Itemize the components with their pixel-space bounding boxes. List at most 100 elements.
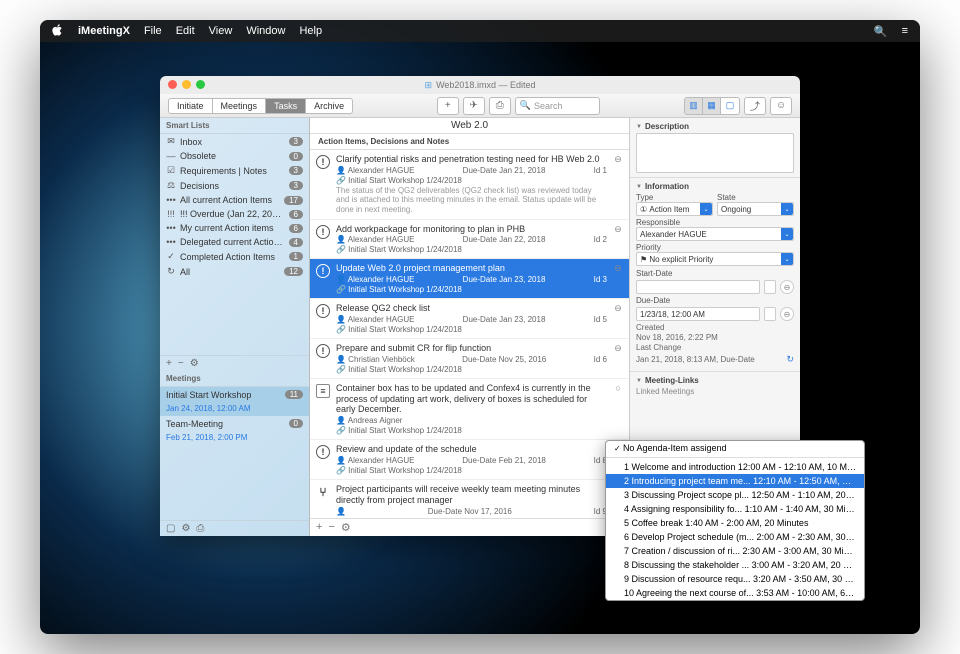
view-2[interactable]: ▦: [703, 98, 721, 114]
sidebar-gear-icon[interactable]: ⚙: [181, 523, 190, 534]
menu-help[interactable]: Help: [299, 25, 322, 37]
remove-item-button[interactable]: −: [328, 521, 334, 534]
face-button[interactable]: ☺: [770, 97, 792, 115]
popup-row[interactable]: 6 Develop Project schedule (m... 2:00 AM…: [606, 530, 864, 544]
sidebar-meeting[interactable]: Initial Start Workshop11Jan 24, 2018, 12…: [160, 387, 309, 416]
popup-row[interactable]: 10 Agreeing the next course of... 3:53 A…: [606, 586, 864, 600]
popup-row[interactable]: 7 Creation / discussion of ri... 2:30 AM…: [606, 544, 864, 558]
item-status-icon[interactable]: ⊖: [613, 343, 623, 374]
menu-file[interactable]: File: [144, 25, 162, 37]
description-header[interactable]: Description: [636, 122, 794, 131]
meeting-links-header[interactable]: Meeting-Links: [636, 376, 794, 385]
item-status-icon[interactable]: ⊖: [613, 303, 623, 334]
item-link: 🔗 Initial Start Workshop 1/24/2018: [336, 365, 607, 374]
section-tabs[interactable]: Initiate Meetings Tasks Archive: [168, 98, 353, 114]
duedate-clear[interactable]: ⊖: [780, 307, 794, 321]
sidebar-item[interactable]: ☑Requirements | Notes3: [160, 163, 309, 178]
sidebar-meeting[interactable]: Team-Meeting0Feb 21, 2018, 2:00 PM: [160, 416, 309, 445]
startdate-stepper[interactable]: [764, 280, 776, 294]
print-button[interactable]: ⎙: [489, 97, 511, 115]
sidebar-item[interactable]: ✉Inbox3: [160, 134, 309, 149]
menu-edit[interactable]: Edit: [176, 25, 195, 37]
popup-row[interactable]: 2 Introducing project team me... 12:10 A…: [606, 474, 864, 488]
duedate-label: Due-Date: [636, 296, 794, 305]
view-switcher[interactable]: ▥▦▢: [684, 97, 740, 115]
view-3[interactable]: ▢: [721, 98, 739, 114]
item-status-icon[interactable]: ⊖: [613, 224, 623, 255]
main-title: Web 2.0: [310, 118, 629, 134]
tab-tasks[interactable]: Tasks: [266, 99, 306, 113]
sidebar-item[interactable]: ↻All12: [160, 264, 309, 279]
type-select[interactable]: ① Action Item⌄: [636, 202, 713, 216]
menu-window[interactable]: Window: [246, 25, 285, 37]
sidebar-item[interactable]: !!!!!! Overdue (Jan 22, 2018)6: [160, 207, 309, 221]
sidebar-item[interactable]: •••Delegated current Action Items4: [160, 235, 309, 249]
item-status-icon[interactable]: ⊖: [613, 154, 623, 215]
action-item-row[interactable]: !Add workpackage for monitoring to plan …: [310, 220, 629, 260]
search-input[interactable]: 🔍Search: [515, 97, 601, 115]
spotlight-icon[interactable]: 🔍: [874, 25, 888, 38]
action-item-row[interactable]: !Clarify potential risks and penetration…: [310, 150, 629, 220]
menu-view[interactable]: View: [209, 25, 233, 37]
startdate-field[interactable]: [636, 280, 760, 294]
action-item-row[interactable]: !Update Web 2.0 project management plan👤…: [310, 259, 629, 299]
popup-row[interactable]: 1 Welcome and introduction 12:00 AM - 12…: [606, 460, 864, 474]
startdate-clear[interactable]: ⊖: [780, 280, 794, 294]
zoom-button[interactable]: [196, 80, 205, 89]
duedate-field[interactable]: 1/23/18, 12:00 AM: [636, 307, 760, 321]
action-icon: !: [316, 344, 330, 358]
information-header[interactable]: Information: [636, 182, 794, 191]
send-button[interactable]: ✈: [463, 97, 485, 115]
startdate-label: Start-Date: [636, 269, 794, 278]
items-list[interactable]: !Clarify potential risks and penetration…: [310, 150, 629, 518]
action-item-row[interactable]: !Release QG2 check list👤 Alexander HAGUE…: [310, 299, 629, 339]
close-button[interactable]: [168, 80, 177, 89]
action-item-row[interactable]: !Review and update of the schedule👤 Alex…: [310, 440, 629, 480]
description-field[interactable]: [636, 133, 794, 173]
popup-row[interactable]: 8 Discussing the stakeholder ... 3:00 AM…: [606, 558, 864, 572]
action-item-row[interactable]: ⑂Project participants will receive weekl…: [310, 480, 629, 518]
item-person: 👤: [336, 507, 346, 516]
sidebar-item-icon: ☑: [166, 165, 176, 176]
tab-meetings[interactable]: Meetings: [213, 99, 267, 113]
apple-icon[interactable]: [52, 24, 64, 39]
menubar-app[interactable]: iMeetingX: [78, 25, 130, 37]
popup-row[interactable]: 9 Discussion of resource requ... 3:20 AM…: [606, 572, 864, 586]
priority-select[interactable]: ⚑ No explicit Priority⌄: [636, 252, 794, 266]
duedate-stepper[interactable]: [764, 307, 776, 321]
share-button[interactable]: ⤴: [744, 97, 766, 115]
view-1[interactable]: ▥: [685, 98, 703, 114]
sidebar-item-icon: —: [166, 151, 176, 161]
sidebar-view-icon[interactable]: ▢: [166, 523, 175, 534]
menu-extras-icon[interactable]: ≡: [902, 25, 908, 37]
sidebar-item[interactable]: ✓Completed Action Items1: [160, 249, 309, 264]
item-link: 🔗 Initial Start Workshop 1/24/2018: [336, 426, 607, 435]
state-select[interactable]: Ongoing⌄: [717, 202, 794, 216]
tab-initiate[interactable]: Initiate: [169, 99, 213, 113]
item-settings-icon[interactable]: ⚙: [341, 521, 351, 534]
item-title: Container box has to be updated and Conf…: [336, 383, 607, 415]
add-item-button[interactable]: +: [316, 521, 322, 534]
tab-archive[interactable]: Archive: [306, 99, 352, 113]
action-item-row[interactable]: ≡Container box has to be updated and Con…: [310, 379, 629, 440]
popup-row[interactable]: 5 Coffee break 1:40 AM - 2:00 AM, 20 Min…: [606, 516, 864, 530]
smart-settings-icon[interactable]: ⚙: [190, 358, 199, 369]
sidebar-print-icon[interactable]: ⎙: [196, 523, 204, 534]
revert-icon[interactable]: ↻: [786, 354, 794, 365]
popup-no-agenda[interactable]: No Agenda-Item assigend: [606, 441, 864, 455]
minimize-button[interactable]: [182, 80, 191, 89]
add-smart-button[interactable]: +: [166, 358, 172, 369]
agenda-popup[interactable]: No Agenda-Item assigend 1 Welcome and in…: [605, 440, 865, 601]
add-button[interactable]: +: [437, 97, 459, 115]
sidebar-item[interactable]: ⚖Decisions3: [160, 178, 309, 193]
sidebar-item[interactable]: •••All current Action Items17: [160, 193, 309, 207]
item-status-icon[interactable]: ○: [613, 383, 623, 435]
responsible-select[interactable]: Alexander HAGUE⌄: [636, 227, 794, 241]
item-status-icon[interactable]: ⊖: [613, 263, 623, 294]
popup-row[interactable]: 3 Discussing Project scope pl... 12:50 A…: [606, 488, 864, 502]
popup-row[interactable]: 4 Assigning responsibility fo... 1:10 AM…: [606, 502, 864, 516]
sidebar-item[interactable]: —Obsolete0: [160, 149, 309, 163]
sidebar-item[interactable]: •••My current Action items6: [160, 221, 309, 235]
action-item-row[interactable]: !Prepare and submit CR for flip function…: [310, 339, 629, 379]
remove-smart-button[interactable]: −: [178, 358, 184, 369]
